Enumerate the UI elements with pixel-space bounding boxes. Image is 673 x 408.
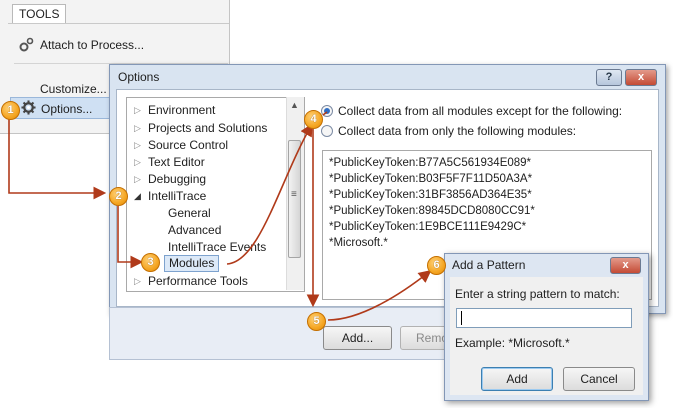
- attach-to-process-item[interactable]: Attach to Process...: [18, 36, 218, 54]
- tree-item-general[interactable]: General: [168, 206, 211, 220]
- customize-item[interactable]: Customize...: [40, 82, 107, 96]
- callout-4: 4: [304, 110, 323, 129]
- list-item[interactable]: *PublicKeyToken:1E9BCE111E9429C*: [329, 221, 526, 233]
- tree-item-source-control[interactable]: Source Control: [148, 138, 228, 152]
- text-caret: [461, 311, 462, 325]
- tree-item-advanced[interactable]: Advanced: [168, 223, 221, 237]
- tree-item-projects[interactable]: Projects and Solutions: [148, 121, 267, 135]
- pattern-close-button[interactable]: x: [610, 257, 641, 274]
- attach-process-icon: [19, 37, 34, 52]
- tree-item-modules[interactable]: Modules: [164, 255, 220, 272]
- add-button[interactable]: Add...: [323, 326, 392, 350]
- callout-5: 5: [307, 312, 326, 331]
- callout-1: 1: [1, 101, 20, 120]
- list-item[interactable]: *PublicKeyToken:31BF3856AD364E35*: [329, 189, 532, 201]
- expand-arrow-icon[interactable]: ▷: [134, 276, 141, 287]
- list-item[interactable]: *PublicKeyToken:B77A5C561934E089*: [329, 157, 531, 169]
- callout-6: 6: [427, 256, 446, 275]
- expand-arrow-icon[interactable]: ▷: [134, 123, 141, 134]
- tree-item-intellitrace-events[interactable]: IntelliTrace Events: [168, 240, 266, 254]
- pattern-add-button[interactable]: Add: [481, 367, 553, 391]
- tree-item-performance-tools[interactable]: Performance Tools: [148, 274, 248, 288]
- radio-collect-only-label: Collect data from only the following mod…: [338, 124, 577, 138]
- pattern-prompt: Enter a string pattern to match:: [455, 287, 620, 301]
- options-item-label: Options...: [41, 102, 93, 116]
- pattern-example: Example: *Microsoft.*: [455, 336, 570, 350]
- add-pattern-title: Add a Pattern: [452, 258, 526, 272]
- radio-collect-only[interactable]: [321, 125, 333, 137]
- gear-icon: [21, 100, 36, 115]
- radio-collect-all-label: Collect data from all modules except for…: [338, 104, 623, 118]
- expand-arrow-icon[interactable]: ▷: [134, 105, 141, 116]
- close-button[interactable]: x: [625, 69, 657, 86]
- radio-collect-all[interactable]: [321, 105, 333, 117]
- collapse-arrow-icon[interactable]: ◢: [134, 191, 141, 202]
- tree-item-environment[interactable]: Environment: [148, 103, 215, 117]
- pattern-input[interactable]: [456, 308, 632, 328]
- tools-menu-title[interactable]: TOOLS: [12, 4, 66, 23]
- tree-item-debugging[interactable]: Debugging: [148, 172, 206, 186]
- list-item[interactable]: *PublicKeyToken:89845DCD8080CC91*: [329, 205, 535, 217]
- expand-arrow-icon[interactable]: ▷: [134, 140, 141, 151]
- tree-item-intellitrace[interactable]: IntelliTrace: [148, 189, 206, 203]
- menu-divider: [8, 23, 229, 24]
- scroll-grip-icon: ≡: [291, 189, 297, 200]
- scroll-up-icon[interactable]: ▲: [290, 100, 299, 110]
- attach-to-process-label: Attach to Process...: [40, 38, 145, 52]
- expand-arrow-icon[interactable]: ▷: [134, 157, 141, 168]
- callout-2: 2: [109, 187, 128, 206]
- pattern-cancel-button[interactable]: Cancel: [563, 367, 635, 391]
- callout-3: 3: [141, 253, 160, 272]
- expand-arrow-icon[interactable]: ▷: [134, 174, 141, 185]
- list-item[interactable]: *PublicKeyToken:B03F5F7F11D50A3A*: [329, 173, 532, 185]
- options-dialog-title: Options: [118, 70, 160, 84]
- tree-item-text-editor[interactable]: Text Editor: [148, 155, 205, 169]
- list-item[interactable]: *Microsoft.*: [329, 237, 388, 249]
- help-button[interactable]: ?: [596, 69, 622, 86]
